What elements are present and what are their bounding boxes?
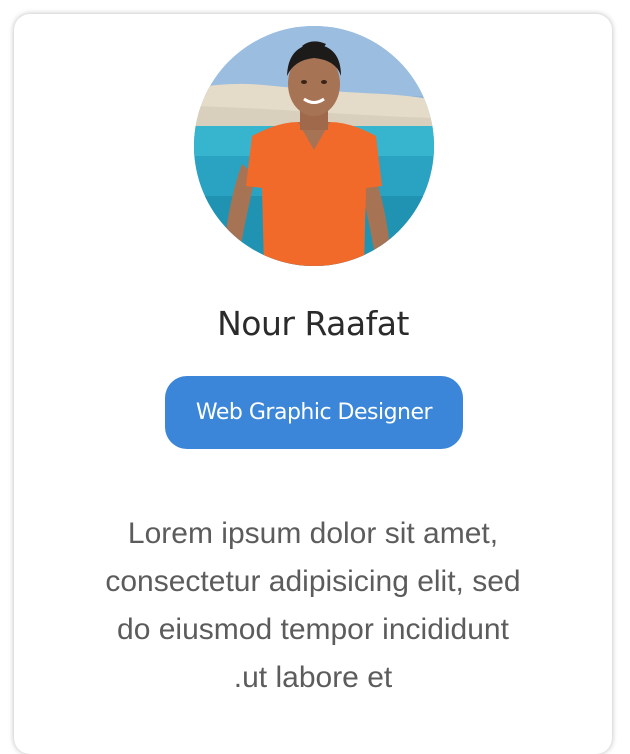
bio-line: do eiusmod tempor incididunt: [117, 613, 509, 646]
profile-avatar: [194, 26, 434, 266]
role-badge[interactable]: Web Graphic Designer: [165, 376, 463, 449]
profile-bio: Lorem ipsum dolor sit amet, consectetur …: [48, 510, 578, 702]
avatar-photo: [194, 26, 434, 266]
profile-name: Nour Raafat: [217, 304, 409, 343]
bio-line: consectetur adipisicing elit, sed: [105, 565, 521, 598]
bio-line: .ut labore et: [233, 661, 393, 694]
bio-line: Lorem ipsum dolor sit amet,: [127, 517, 499, 550]
profile-card: Nour Raafat Web Graphic Designer Lorem i…: [14, 14, 612, 754]
